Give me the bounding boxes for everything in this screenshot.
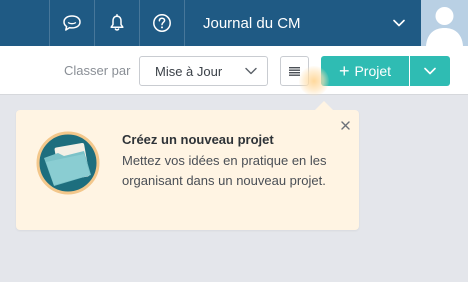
close-button[interactable] [338, 118, 352, 132]
bell-icon [110, 14, 124, 31]
top-bar: Journal du CM [0, 0, 468, 46]
user-avatar-icon [421, 0, 468, 46]
folder-illustration [36, 131, 100, 195]
close-icon [340, 120, 350, 130]
plus-icon: + [338, 61, 350, 81]
chevron-down-icon [393, 19, 405, 27]
list-icon [289, 66, 300, 76]
journal-selector[interactable]: Journal du CM [185, 0, 421, 46]
journal-name: Journal du CM [203, 14, 301, 32]
help-button[interactable] [140, 0, 185, 46]
new-project-button[interactable]: + Projet [321, 56, 409, 86]
tooltip-title: Créez un nouveau projet [122, 132, 274, 147]
sort-select[interactable]: Mise à Jour [139, 56, 268, 86]
tooltip-arrow [314, 101, 334, 111]
chat-button[interactable] [49, 0, 95, 46]
folder-illustration-icon [36, 131, 100, 195]
onboarding-tooltip: Créez un nouveau projet Mettez vos idées… [16, 101, 359, 230]
toolbar: Classer par Mise à Jour + Projet [0, 46, 468, 95]
hotspot-beacon [299, 66, 329, 96]
tooltip-body: Mettez vos idées en pratique en les orga… [122, 153, 327, 188]
sort-value: Mise à Jour [155, 63, 223, 79]
new-project-label: Projet [354, 63, 392, 79]
notifications-button[interactable] [95, 0, 140, 46]
chevron-down-icon [245, 67, 257, 75]
avatar[interactable] [421, 0, 468, 46]
sort-label: Classer par [64, 63, 131, 78]
help-icon [153, 14, 171, 32]
new-project-dropdown[interactable] [410, 56, 450, 86]
chevron-down-icon [424, 67, 436, 75]
chat-icon [63, 15, 81, 31]
